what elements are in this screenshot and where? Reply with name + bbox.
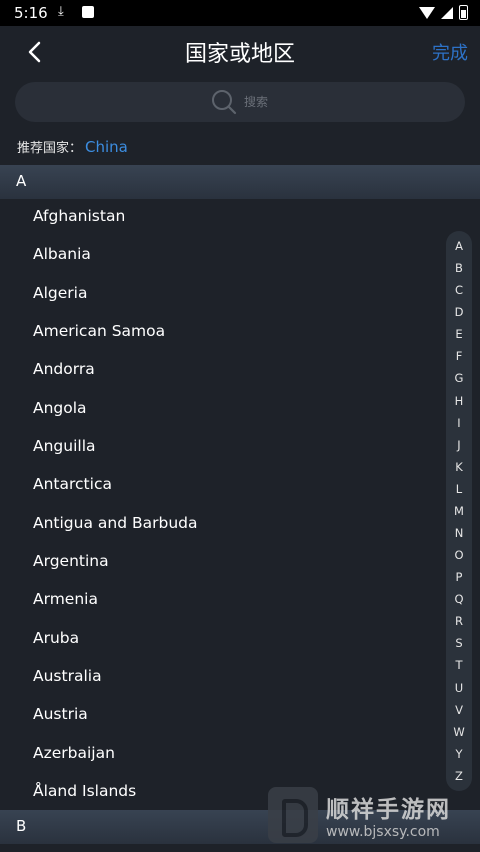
index-letter[interactable]: E — [455, 327, 462, 341]
signal-icon — [441, 6, 453, 19]
index-letter[interactable]: M — [454, 504, 464, 518]
watermark-url: www.bjsxsy.com — [326, 824, 440, 840]
list-item[interactable]: Angola — [0, 389, 440, 427]
list-item[interactable]: Australia — [0, 657, 440, 695]
search-icon — [212, 90, 237, 115]
index-letter[interactable]: W — [453, 725, 464, 739]
index-letter[interactable]: L — [456, 482, 462, 496]
recommended-country-link[interactable]: China — [85, 138, 128, 156]
list-item[interactable]: Andorra — [0, 350, 440, 388]
battery-icon — [459, 5, 468, 20]
header: 国家或地区 完成 — [0, 26, 480, 78]
status-time: 5:16 — [14, 4, 48, 22]
status-icons — [419, 5, 468, 20]
list-item[interactable]: Algeria — [0, 274, 440, 312]
section-header-a: A — [0, 165, 480, 199]
list-item[interactable]: Azerbaijan — [0, 734, 440, 772]
watermark-logo-icon — [268, 787, 318, 843]
index-letter[interactable]: D — [455, 305, 464, 319]
watermark-text: 顺祥手游网 www.bjsxsy.com — [326, 790, 451, 840]
index-letter[interactable]: A — [455, 239, 463, 253]
download-icon: ⤓ — [58, 4, 64, 19]
index-letter[interactable]: G — [455, 371, 464, 385]
index-letter[interactable]: N — [455, 526, 464, 540]
wifi-icon — [419, 6, 435, 19]
list-item[interactable]: Austria — [0, 695, 440, 733]
recommended-label: 推荐国家： — [17, 141, 83, 156]
page-title: 国家或地区 — [184, 42, 295, 67]
index-letter[interactable]: C — [455, 283, 463, 297]
index-letter[interactable]: H — [455, 394, 464, 408]
index-letter[interactable]: S — [455, 636, 462, 650]
country-list: Afghanistan Albania Algeria American Sam… — [0, 197, 440, 811]
section-letter: B — [16, 817, 27, 835]
list-item[interactable]: Armenia — [0, 580, 440, 618]
watermark: 顺祥手游网 www.bjsxsy.com — [268, 786, 478, 844]
search-input[interactable]: 搜索 — [15, 82, 465, 122]
index-letter[interactable]: F — [456, 349, 463, 363]
index-letter[interactable]: I — [457, 416, 460, 430]
list-item[interactable]: Antarctica — [0, 465, 440, 503]
list-item[interactable]: Anguilla — [0, 427, 440, 465]
list-item[interactable]: Aruba — [0, 619, 440, 657]
search-placeholder: 搜索 — [244, 95, 269, 109]
index-letter[interactable]: Y — [455, 747, 462, 761]
index-letter[interactable]: J — [457, 438, 460, 452]
recommended-country: 推荐国家： China — [17, 137, 128, 156]
index-letter[interactable]: P — [456, 570, 463, 584]
done-button[interactable]: 完成 — [432, 39, 468, 65]
status-bar: 5:16 ⤓ — [0, 0, 480, 26]
list-item[interactable]: Antigua and Barbuda — [0, 504, 440, 542]
list-item[interactable]: American Samoa — [0, 312, 440, 350]
index-letter[interactable]: Z — [455, 769, 463, 783]
index-letter[interactable]: Q — [454, 592, 463, 606]
alphabet-index[interactable]: A B C D E F G H I J K L M N O P Q R S T … — [446, 231, 472, 791]
list-item[interactable]: Albania — [0, 235, 440, 273]
index-letter[interactable]: O — [454, 548, 463, 562]
app-notification-icon — [82, 6, 94, 18]
section-letter: A — [16, 172, 27, 190]
index-letter[interactable]: R — [455, 614, 463, 628]
index-letter[interactable]: U — [455, 681, 463, 695]
list-item[interactable]: Afghanistan — [0, 197, 440, 235]
watermark-brand: 顺祥手游网 — [326, 797, 451, 823]
list-item[interactable]: Argentina — [0, 542, 440, 580]
index-letter[interactable]: B — [455, 261, 463, 275]
index-letter[interactable]: T — [455, 658, 462, 672]
index-letter[interactable]: V — [455, 703, 463, 717]
index-letter[interactable]: K — [455, 460, 463, 474]
